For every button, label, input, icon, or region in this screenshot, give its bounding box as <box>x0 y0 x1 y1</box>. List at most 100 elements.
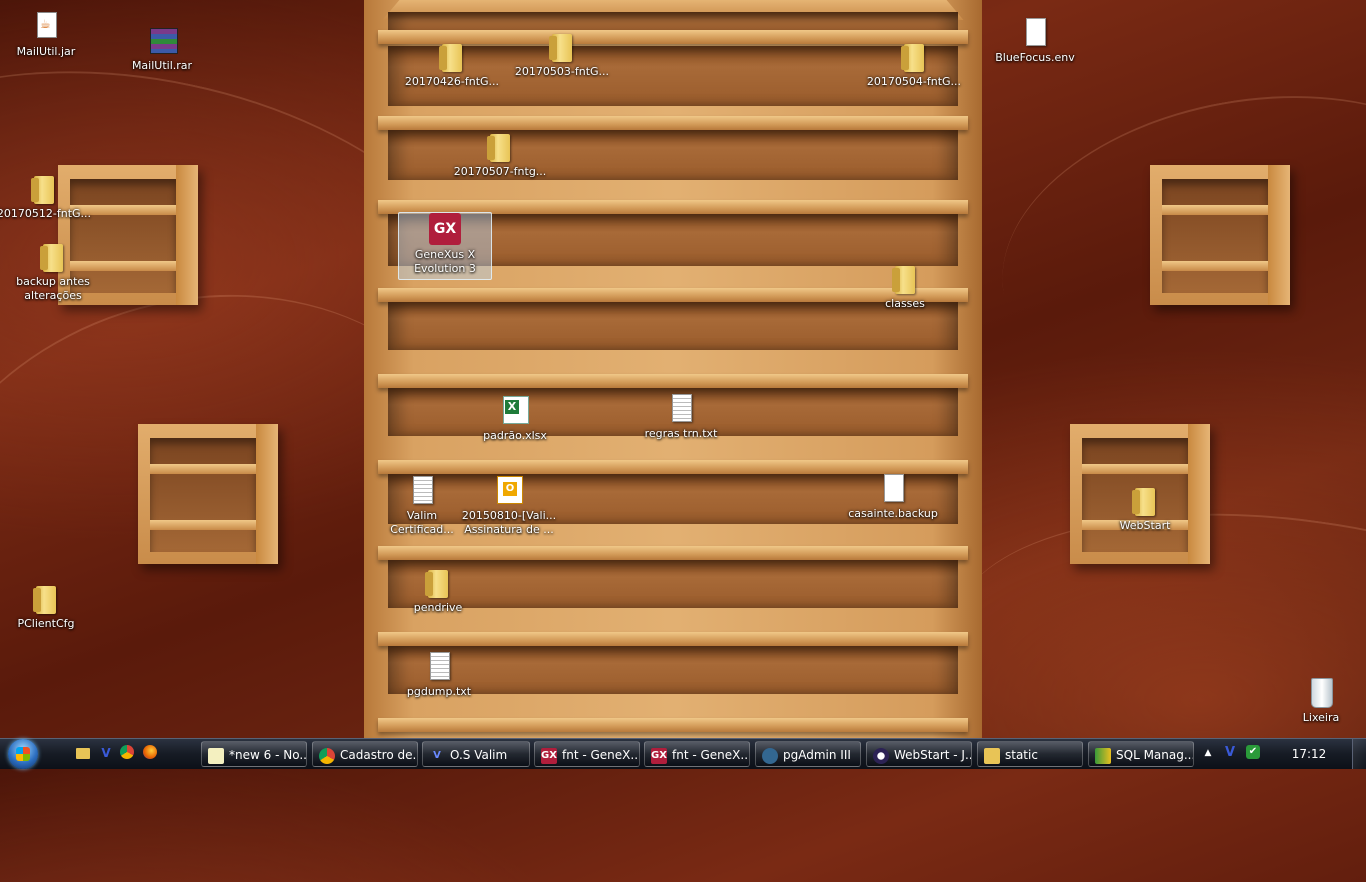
taskbar-button-genexus-1[interactable]: GX fnt - GeneX... <box>534 741 640 767</box>
start-button[interactable] <box>4 739 44 769</box>
desktop-icon-20150810-valim-assinatura[interactable]: 20150810-[Vali... Assinatura de ... <box>461 474 557 537</box>
desktop-icon-valim-certificado[interactable]: Valim Certificad... <box>374 474 470 537</box>
v-icon: V <box>433 749 441 761</box>
outlook-message-icon <box>493 474 525 506</box>
desktop-icon-webstart[interactable]: WebStart <box>1097 484 1193 533</box>
genexus-icon: GX <box>541 747 557 764</box>
desktop-icon-padrao-xlsx[interactable]: padrão.xlsx <box>467 394 563 443</box>
desktop-icon-pendrive[interactable]: pendrive <box>390 566 486 615</box>
taskbar-button-eclipse-webstart[interactable]: WebStart - J... <box>866 741 972 767</box>
desktop-icon-folder-20170507[interactable]: 20170507-fntg... <box>452 130 548 179</box>
icon-label: backup antes <box>16 275 90 288</box>
icon-label: Lixeira <box>1302 711 1340 724</box>
folder-icon <box>30 582 62 614</box>
icon-label: pendrive <box>413 601 463 614</box>
desktop-icon-folder-20170503[interactable]: 20170503-fntG... <box>514 30 610 79</box>
document-file-icon <box>877 472 909 504</box>
chrome-icon <box>319 747 335 764</box>
taskbar-button-genexus-2[interactable]: GX fnt - GeneX... <box>644 741 750 767</box>
java-file-icon <box>30 10 62 42</box>
tray-v-icon[interactable]: V <box>1222 745 1238 761</box>
taskbar-button-static-folder[interactable]: static <box>977 741 1083 767</box>
task-label: *new 6 - No... <box>229 748 307 762</box>
taskbar-button-notepad[interactable]: *new 6 - No... <box>201 741 307 767</box>
document-file-icon <box>1019 16 1051 48</box>
icon-label: regras trn.txt <box>644 427 718 440</box>
quicklaunch-chrome-icon[interactable] <box>120 745 136 761</box>
icon-label: 20170426-fntG... <box>404 75 500 88</box>
task-label: fnt - GeneX... <box>562 748 640 762</box>
quicklaunch-v-icon[interactable]: V <box>98 745 114 761</box>
desktop-icon-regras-trn-txt[interactable]: regras trn.txt <box>633 392 729 441</box>
icon-label: 20170504-fntG... <box>866 75 962 88</box>
taskbar-button-chrome[interactable]: Cadastro de... <box>312 741 418 767</box>
show-desktop-button[interactable] <box>1352 739 1366 769</box>
icon-label: 20150810-[Vali... <box>461 509 557 522</box>
icon-label: casainte.backup <box>848 507 938 520</box>
desktop-icon-casainte-backup[interactable]: casainte.backup <box>845 472 941 521</box>
desktop-icon-folder-20170504[interactable]: 20170504-fntG... <box>866 40 962 89</box>
task-label: Cadastro de... <box>340 748 418 762</box>
icon-label: Valim <box>406 509 438 522</box>
desktop-icon-classes[interactable]: classes <box>857 262 953 311</box>
desktop-icon-folder-20170512[interactable]: 20170512-fntG... <box>0 172 92 221</box>
desktop-icon-folder-20170426[interactable]: 20170426-fntG... <box>404 40 500 89</box>
taskbar-button-os-valim[interactable]: V O.S Valim <box>422 741 530 767</box>
desktop-icon-lixeira[interactable]: Lixeira <box>1273 676 1366 725</box>
icon-label: pgdump.txt <box>406 685 472 698</box>
eclipse-icon <box>873 747 889 764</box>
folder-icon <box>546 30 578 62</box>
folder-icon <box>984 747 1000 764</box>
icon-label: BlueFocus.env <box>995 51 1075 64</box>
recycle-bin-icon <box>1305 676 1337 708</box>
quicklaunch-explorer-icon[interactable] <box>76 745 92 761</box>
desktop-icon-backup-antes-alteracoes[interactable]: backup antes alterações <box>5 240 101 303</box>
icon-label: MailUtil.jar <box>16 45 76 58</box>
icon-label: PClientCfg <box>17 617 75 630</box>
excel-file-icon <box>499 394 531 426</box>
icon-label: 20170512-fntG... <box>0 207 92 220</box>
task-label: static <box>1005 748 1038 762</box>
icon-label: GeneXus X <box>414 248 476 261</box>
folder-icon <box>1129 484 1161 516</box>
task-label: pgAdmin III <box>783 748 851 762</box>
task-label: SQL Manag... <box>1116 748 1194 762</box>
pgadmin-icon <box>762 747 778 764</box>
clock[interactable]: 17:12 <box>1282 739 1336 769</box>
text-file-icon <box>665 392 697 424</box>
icon-label: alterações <box>24 289 82 302</box>
desktop-icon-pgdump-txt[interactable]: pgdump.txt <box>391 650 487 699</box>
icon-label: MailUtil.rar <box>131 59 193 72</box>
icon-label: WebStart <box>1119 519 1171 532</box>
desktop-icon-genexus-x-evolution-3[interactable]: GX GeneXus X Evolution 3 <box>398 212 492 280</box>
desktop-icon-bluefocus-env[interactable]: BlueFocus.env <box>987 16 1083 65</box>
icon-label: 20170503-fntG... <box>514 65 610 78</box>
taskbar: V *new 6 - No... Cadastro de... V O.S Val… <box>0 738 1366 769</box>
genexus-icon: GX <box>651 747 667 764</box>
wooden-box-decoration <box>138 424 278 564</box>
sql-manager-icon <box>1095 747 1111 764</box>
icon-label: Certificad... <box>390 523 454 536</box>
wooden-box-decoration <box>1150 165 1290 305</box>
task-label: O.S Valim <box>450 748 508 762</box>
folder-icon <box>37 240 69 272</box>
taskbar-button-sql-manager[interactable]: SQL Manag... <box>1088 741 1194 767</box>
icon-label: Evolution 3 <box>414 262 476 275</box>
winrar-archive-icon <box>146 24 178 56</box>
folder-icon <box>28 172 60 204</box>
icon-label: 20170507-fntg... <box>453 165 547 178</box>
desktop-icon-mailutil-rar[interactable]: MailUtil.rar <box>114 24 210 73</box>
quicklaunch-firefox-icon[interactable] <box>143 745 159 761</box>
icon-label: padrão.xlsx <box>483 429 547 442</box>
tray-expand-icon[interactable]: ▲ <box>1200 745 1216 761</box>
taskbar-button-pgadmin[interactable]: pgAdmin III <box>755 741 861 767</box>
task-label: WebStart - J... <box>894 748 972 762</box>
task-label: fnt - GeneX... <box>672 748 750 762</box>
desktop-icon-mailutil-jar[interactable]: MailUtil.jar <box>0 10 94 59</box>
text-file-icon <box>406 474 438 506</box>
genexus-shortcut-icon: GX <box>429 213 461 245</box>
folder-icon <box>889 262 921 294</box>
desktop-icon-pclientcfg[interactable]: PClientCfg <box>0 582 94 631</box>
tray-sync-check-icon[interactable]: ✔ <box>1246 745 1262 761</box>
icon-label: Assinatura de ... <box>464 523 554 536</box>
